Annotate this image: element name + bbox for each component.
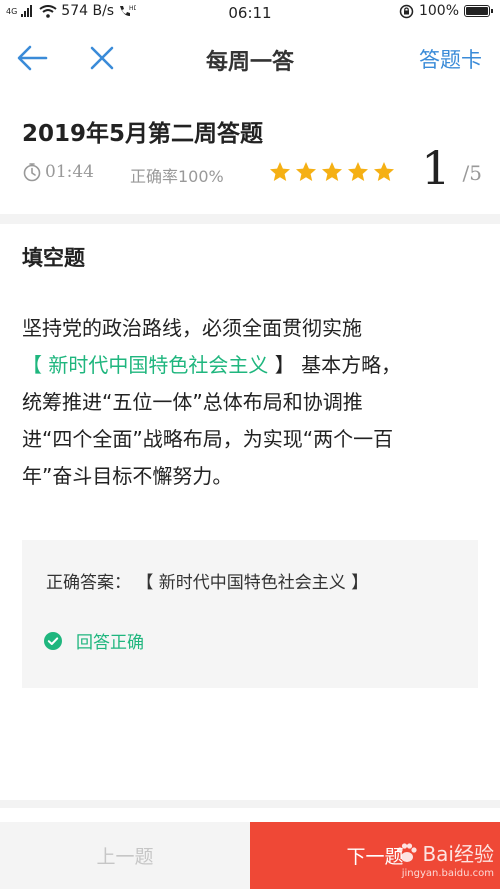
rotation-lock-icon	[399, 4, 414, 18]
bottom-divider	[0, 800, 500, 808]
bottom-bar: 上一题 下一题 Bai经验 jingyan.baidu.com	[0, 822, 500, 889]
section-divider	[0, 214, 500, 224]
star-icon	[270, 162, 290, 181]
question-line: 年”奋斗目标不懈努力。	[22, 464, 233, 488]
question-line-rest: 基本方略，	[294, 353, 402, 377]
nav-bar: 每周一答 答题卡	[0, 30, 500, 86]
battery-icon	[464, 5, 493, 17]
answer-result: 回答正确	[44, 628, 144, 653]
timer-value: 01:44	[45, 162, 94, 182]
star-icon	[374, 162, 394, 181]
next-question-button[interactable]: 下一题 Bai经验 jingyan.baidu.com	[250, 822, 500, 889]
baidu-watermark: Bai经验	[394, 838, 494, 867]
question-type: 填空题	[22, 246, 85, 270]
quiz-meta: 01:44 正确率100% 1 /5	[22, 142, 482, 194]
close-icon	[90, 46, 114, 70]
stopwatch-icon	[23, 163, 41, 182]
star-icon	[296, 162, 316, 181]
paw-icon	[397, 842, 418, 862]
question-line: 坚持党的政治路线，必须全面贯彻实施	[22, 316, 362, 340]
watermark-url: jingyan.baidu.com	[401, 868, 494, 879]
correct-answer-box: 正确答案： 【 新时代中国特色社会主义 】 回答正确	[22, 540, 478, 688]
star-rating	[268, 160, 396, 184]
progress-total: /5	[462, 161, 482, 185]
quiz-title: 2019年5月第二周答题	[22, 121, 264, 147]
check-circle-icon	[44, 631, 62, 650]
bracket-open: 【	[22, 353, 49, 377]
question-line: 【 新时代中国特色社会主义 】 基本方略，	[22, 347, 478, 384]
watermark-text: Bai经验	[422, 842, 494, 866]
question-text: 坚持党的政治路线，必须全面贯彻实施 【 新时代中国特色社会主义 】 基本方略， …	[22, 310, 478, 495]
back-button[interactable]	[16, 42, 50, 74]
status-right: 100%	[399, 3, 493, 19]
star-icon	[348, 162, 368, 181]
answer-result-text: 回答正确	[76, 633, 144, 653]
question-line: 进“四个全面”战略布局，为实现“两个一百	[22, 427, 394, 451]
answer-card-link[interactable]: 答题卡	[419, 44, 482, 74]
battery-percent: 100%	[418, 3, 459, 19]
prev-question-button[interactable]: 上一题	[0, 822, 250, 889]
question-line: 统筹推进“五位一体”总体布局和协调推	[22, 390, 363, 414]
correct-answer-text: 正确答案： 【 新时代中国特色社会主义 】	[46, 573, 369, 593]
status-bar: 4G 574 B/s HD 06:11 100%	[0, 0, 500, 26]
timer: 01:44	[22, 162, 94, 182]
filled-answer: 新时代中国特色社会主义	[48, 353, 269, 377]
question-progress: 1 /5	[421, 142, 482, 194]
star-icon	[322, 162, 342, 181]
close-button[interactable]	[88, 42, 116, 74]
accuracy-rate: 正确率100%	[130, 167, 224, 186]
progress-current: 1	[421, 141, 451, 195]
arrow-left-icon	[17, 45, 48, 71]
bracket-close: 】	[268, 353, 295, 377]
